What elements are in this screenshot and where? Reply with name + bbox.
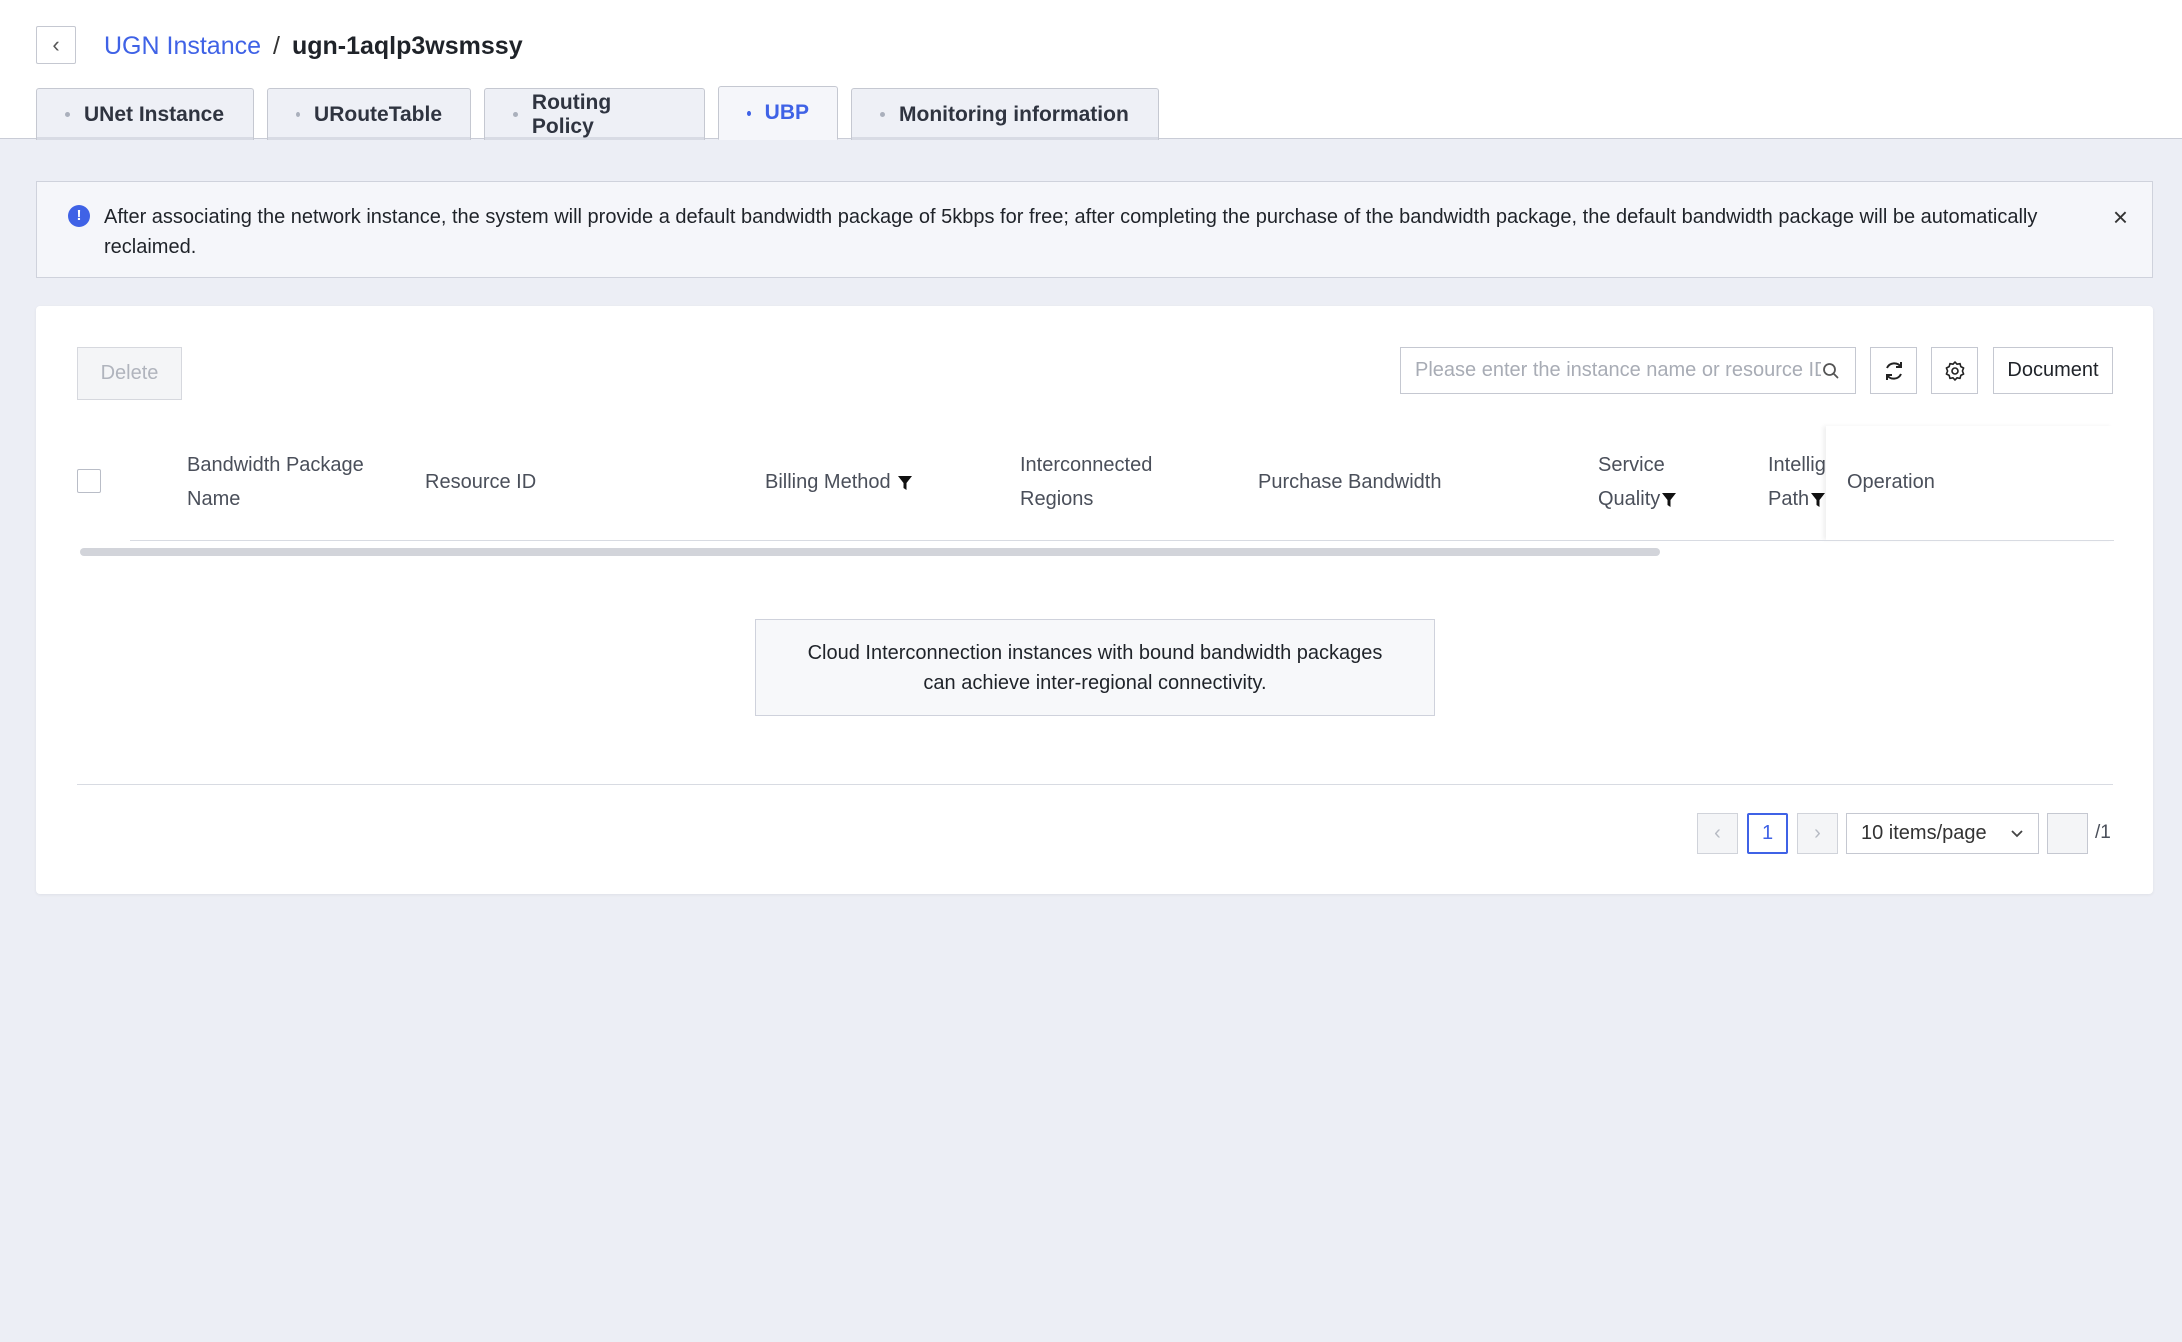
breadcrumb-separator: /: [273, 31, 280, 60]
column-billing-method: Billing Method: [765, 465, 913, 499]
table-header: Bandwidth Package Name Resource ID Billi…: [77, 426, 2114, 556]
empty-text: Cloud Interconnection instances with bou…: [807, 642, 1383, 664]
column-operation: Operation: [1847, 465, 1935, 499]
tab-unet-instance[interactable]: UNet Instance: [36, 88, 254, 140]
page-jump-input[interactable]: [2047, 813, 2088, 854]
column-label: Purchase Bandwidth: [1258, 471, 1442, 493]
breadcrumb-ugn-instance-link[interactable]: UGN Instance: [104, 32, 261, 61]
filter-icon[interactable]: [898, 475, 913, 491]
tab-dot-icon: [296, 112, 301, 117]
column-label: Billing Method: [765, 471, 891, 493]
tab-label: Monitoring information: [899, 102, 1129, 126]
empty-state-message: Cloud Interconnection instances with bou…: [755, 619, 1435, 716]
tab-label: URouteTable: [314, 102, 442, 126]
info-notice: ! After associating the network instance…: [36, 181, 2153, 278]
column-label: Intellig: [1768, 454, 1826, 476]
column-label: Service: [1598, 454, 1665, 476]
chevron-left-icon: ‹: [1714, 822, 1721, 844]
notice-text: After associating the network instance, …: [104, 206, 2038, 258]
column-label: Regions: [1020, 488, 1094, 510]
column-label: Quality: [1598, 488, 1661, 510]
page-total: /1: [2095, 822, 2111, 843]
column-purchase-bandwidth: Purchase Bandwidth: [1258, 465, 1441, 499]
refresh-icon: [1885, 361, 1902, 380]
tab-label: UNet Instance: [84, 102, 225, 126]
tab-ubp[interactable]: UBP: [718, 86, 838, 140]
filter-icon[interactable]: [1662, 492, 1677, 508]
delete-button[interactable]: Delete: [77, 347, 182, 400]
column-resource-id: Resource ID: [425, 465, 536, 499]
info-icon: !: [68, 205, 90, 227]
filter-icon[interactable]: [1811, 492, 1826, 508]
breadcrumb: UGN Instance / ugn-1aqlp3wsmssy: [104, 28, 523, 64]
tab-monitoring-information[interactable]: Monitoring information: [851, 88, 1159, 140]
column-label: Name: [187, 488, 241, 510]
search-box: [1400, 347, 1856, 394]
table-footer-divider: [77, 784, 2113, 785]
prev-page-button[interactable]: ‹: [1697, 813, 1738, 854]
tab-uroutetable[interactable]: URouteTable: [267, 88, 471, 140]
column-service-quality: Service Quality: [1598, 448, 1677, 516]
tab-label: UBP: [764, 101, 809, 124]
operation-column: Operation: [1826, 426, 2113, 540]
column-bandwidth-package-name: Bandwidth Package Name: [187, 448, 364, 516]
refresh-button[interactable]: [1870, 347, 1917, 394]
gear-icon: [1945, 360, 1964, 381]
settings-button[interactable]: [1931, 347, 1978, 394]
search-input[interactable]: [1415, 359, 1821, 382]
horizontal-scrollbar[interactable]: [80, 548, 1660, 556]
page-size-select[interactable]: 10 items/page: [1846, 813, 2039, 854]
column-label: Resource ID: [425, 471, 537, 493]
tab-routing-policy[interactable]: Routing Policy: [484, 88, 705, 140]
tab-label: Routing Policy: [531, 90, 612, 138]
tab-bar: UNet Instance URouteTable Routing Policy…: [36, 86, 1172, 140]
column-interconnected-regions: Interconnected Regions: [1020, 448, 1152, 516]
document-button[interactable]: Document: [1993, 347, 2113, 394]
breadcrumb-current: ugn-1aqlp3wsmssy: [291, 31, 523, 60]
header-divider: [130, 540, 2114, 541]
next-page-button[interactable]: ›: [1797, 813, 1838, 854]
chevron-left-icon: ‹: [52, 32, 60, 57]
tab-dot-icon: [747, 110, 751, 116]
column-label: Interconnected: [1020, 454, 1153, 476]
tab-dot-icon: [65, 112, 70, 117]
page-1-button[interactable]: 1: [1747, 813, 1788, 854]
tab-dot-icon: [880, 112, 885, 117]
chevron-down-icon: [2011, 829, 2023, 837]
search-icon[interactable]: [1821, 361, 1841, 381]
top-header: ‹ UGN Instance / ugn-1aqlp3wsmssy UNet I…: [0, 0, 2182, 140]
select-all-checkbox[interactable]: [77, 469, 101, 493]
column-intelligent-path: Intellig Path: [1768, 448, 1826, 516]
empty-text: can achieve inter-regional connectivity.: [923, 672, 1267, 694]
column-label: Bandwidth Package: [187, 454, 364, 476]
tab-dot-icon: [513, 112, 518, 117]
page-size-value: 10 items/page: [1861, 822, 1987, 844]
chevron-right-icon: ›: [1814, 822, 1821, 844]
back-button[interactable]: ‹: [36, 26, 76, 64]
column-label: Path: [1768, 488, 1810, 510]
column-label: Operation: [1847, 471, 1935, 493]
ubp-panel: Delete Document Bandwidth Package Name R…: [36, 306, 2153, 894]
close-icon[interactable]: ×: [2113, 204, 2128, 230]
